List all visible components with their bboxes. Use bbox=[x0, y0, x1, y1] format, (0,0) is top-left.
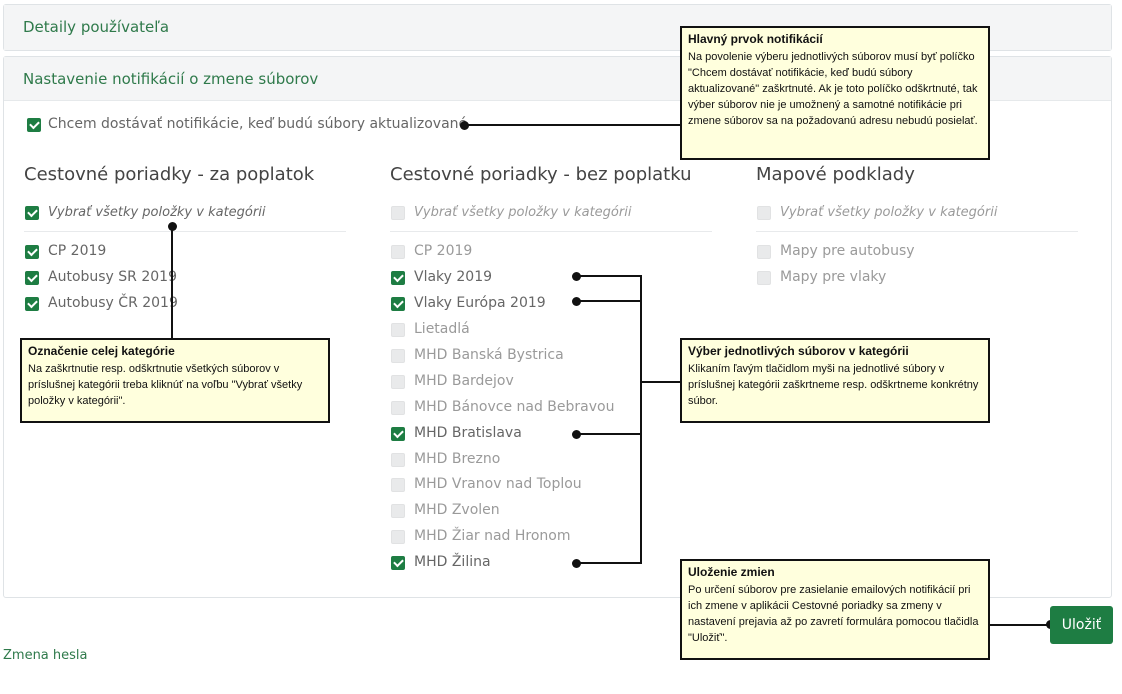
callout-main-notification: Hlavný prvok notifikácií Na povolenie vý… bbox=[680, 26, 990, 160]
main-notification-checkbox[interactable] bbox=[27, 118, 41, 132]
callout-text: Na zaškrtnutie resp. odškrtnutie všetkýc… bbox=[28, 363, 303, 407]
item-label[interactable]: MHD Brezno bbox=[414, 451, 500, 467]
item-checkbox[interactable] bbox=[391, 478, 405, 492]
item-checkbox[interactable] bbox=[391, 271, 405, 285]
item-label[interactable]: Autobusy ČR 2019 bbox=[48, 295, 178, 311]
item-label[interactable]: MHD Žiar nad Hronom bbox=[414, 528, 571, 544]
item-checkbox[interactable] bbox=[391, 297, 405, 311]
category-title-free: Cestovné poriadky - bez poplatku bbox=[390, 164, 692, 185]
main-notification-label[interactable]: Chcem dostávať notifikácie, keď budú súb… bbox=[48, 116, 467, 132]
item-checkbox[interactable] bbox=[391, 427, 405, 441]
connector-line bbox=[576, 275, 641, 277]
item-label[interactable]: MHD Bratislava bbox=[414, 425, 522, 441]
item-checkbox[interactable] bbox=[391, 556, 405, 570]
select-all-checkbox-free[interactable] bbox=[391, 206, 405, 220]
select-all-label-free[interactable]: Vybrať všetky položky v kategórii bbox=[414, 205, 631, 220]
connector-line bbox=[464, 124, 681, 126]
item-label[interactable]: Mapy pre autobusy bbox=[780, 243, 915, 259]
item-checkbox[interactable] bbox=[391, 453, 405, 467]
item-checkbox[interactable] bbox=[391, 323, 405, 337]
callout-text: Po určení súborov pre zasielanie emailov… bbox=[688, 584, 979, 644]
callout-text: Klikaním ľavým tlačidlom myši na jednotl… bbox=[688, 363, 979, 407]
callout-title: Uloženie zmien bbox=[688, 565, 775, 579]
item-label[interactable]: Mapy pre vlaky bbox=[780, 269, 886, 285]
item-label[interactable]: MHD Banská Bystrica bbox=[414, 347, 564, 363]
item-checkbox[interactable] bbox=[391, 349, 405, 363]
item-label[interactable]: MHD Žilina bbox=[414, 554, 491, 570]
callout-save-changes: Uloženie zmien Po určení súborov pre zas… bbox=[680, 559, 990, 660]
connector-line bbox=[171, 226, 173, 339]
divider bbox=[756, 231, 1078, 232]
item-checkbox[interactable] bbox=[391, 375, 405, 389]
item-label[interactable]: MHD Bardejov bbox=[414, 373, 514, 389]
change-password-link[interactable]: Zmena hesla bbox=[3, 648, 88, 663]
category-title-maps: Mapové podklady bbox=[756, 164, 915, 185]
callout-title: Výber jednotlivých súborov v kategórii bbox=[688, 344, 909, 358]
callout-title: Označenie celej kategórie bbox=[28, 344, 175, 358]
item-label[interactable]: Autobusy SR 2019 bbox=[48, 269, 177, 285]
item-checkbox[interactable] bbox=[25, 297, 39, 311]
item-checkbox[interactable] bbox=[25, 245, 39, 259]
callout-title: Hlavný prvok notifikácií bbox=[688, 32, 823, 46]
connector-line bbox=[640, 381, 681, 383]
item-label[interactable]: CP 2019 bbox=[48, 243, 106, 259]
select-all-label-paid[interactable]: Vybrať všetky položky v kategórii bbox=[48, 205, 265, 220]
save-button[interactable]: Uložiť bbox=[1050, 606, 1113, 644]
item-label[interactable]: MHD Vranov nad Toplou bbox=[414, 476, 582, 492]
item-label[interactable]: MHD Zvolen bbox=[414, 502, 500, 518]
divider bbox=[390, 231, 712, 232]
item-label[interactable]: Vlaky 2019 bbox=[414, 269, 492, 285]
item-checkbox[interactable] bbox=[391, 245, 405, 259]
item-checkbox[interactable] bbox=[757, 271, 771, 285]
divider bbox=[24, 231, 346, 232]
callout-select-items: Výber jednotlivých súborov v kategórii K… bbox=[680, 338, 990, 423]
item-checkbox[interactable] bbox=[757, 245, 771, 259]
item-checkbox[interactable] bbox=[25, 271, 39, 285]
select-all-checkbox-paid[interactable] bbox=[25, 206, 39, 220]
item-label[interactable]: MHD Bánovce nad Bebravou bbox=[414, 399, 614, 415]
connector-line bbox=[576, 300, 641, 302]
callout-text: Na povolenie výberu jednotlivých súborov… bbox=[688, 51, 978, 127]
item-label[interactable]: Vlaky Európa 2019 bbox=[414, 295, 546, 311]
connector-line bbox=[640, 275, 642, 564]
item-checkbox[interactable] bbox=[391, 504, 405, 518]
connector-line bbox=[576, 433, 641, 435]
item-label[interactable]: Lietadlá bbox=[414, 321, 470, 337]
category-title-paid: Cestovné poriadky - za poplatok bbox=[24, 164, 315, 185]
connector-line bbox=[988, 624, 1050, 626]
callout-select-category: Označenie celej kategórie Na zaškrtnutie… bbox=[20, 338, 330, 423]
select-all-checkbox-maps[interactable] bbox=[757, 206, 771, 220]
select-all-label-maps[interactable]: Vybrať všetky položky v kategórii bbox=[780, 205, 997, 220]
item-checkbox[interactable] bbox=[391, 401, 405, 415]
connector-line bbox=[576, 562, 641, 564]
item-label[interactable]: CP 2019 bbox=[414, 243, 472, 259]
item-checkbox[interactable] bbox=[391, 530, 405, 544]
